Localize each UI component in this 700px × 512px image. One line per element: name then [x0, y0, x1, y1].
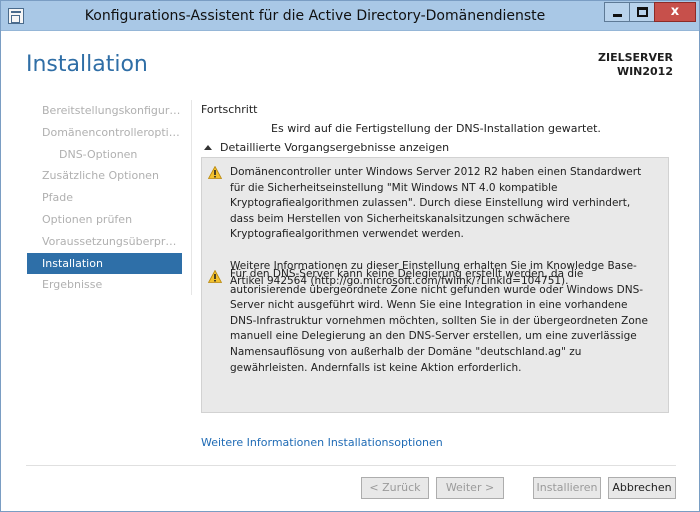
nav-item-deployment-config: Bereitstellungskonfigurati...	[42, 104, 182, 117]
nav-item-prerequisites: Voraussetzungsüberprüfu...	[42, 234, 182, 248]
footer-divider	[26, 465, 676, 466]
nav-item-review-options: Optionen prüfen	[42, 212, 133, 226]
target-server: ZIELSERVER WIN2012	[598, 51, 673, 79]
nav-item-results: Ergebnisse	[42, 278, 103, 292]
page-title: Installation	[26, 52, 148, 77]
close-icon: x	[670, 4, 680, 19]
target-server-label: ZIELSERVER	[598, 51, 673, 64]
maximize-icon	[637, 7, 648, 17]
minimize-button[interactable]	[604, 2, 630, 22]
back-button[interactable]: < Zurück	[361, 477, 429, 499]
details-toggle-label: Detaillierte Vorgangsergebnisse anzeigen	[220, 141, 450, 154]
nav-item-dc-options: Domänencontrolleroption...	[42, 125, 182, 139]
nav-item-installation[interactable]: Installation	[27, 252, 182, 275]
window-title: Konfigurations-Assistent für die Active …	[84, 8, 546, 24]
wizard-window: Konfigurations-Assistent für die Active …	[0, 0, 700, 512]
wizard-nav: Bereitstellungskonfigurati... Domänencon…	[27, 100, 182, 296]
warning-icon	[208, 166, 222, 179]
next-button[interactable]: Weiter >	[436, 477, 504, 499]
details-panel[interactable]: Domänencontroller unter Windows Server 2…	[201, 157, 669, 413]
more-info-link[interactable]: Weitere Informationen Installationsoptio…	[201, 436, 443, 449]
details-toggle[interactable]: Detaillierte Vorgangsergebnisse anzeigen	[204, 141, 449, 154]
warning-message-text: Für den DNS-Server kann keine Delegierun…	[230, 268, 648, 374]
title-bar[interactable]: Konfigurations-Assistent für die Active …	[1, 1, 699, 31]
status-text: Es wird auf die Fertigstellung der DNS-I…	[271, 122, 601, 135]
target-server-name: WIN2012	[616, 65, 673, 78]
nav-item-additional-options: Zusätzliche Optionen	[42, 169, 159, 183]
server-manager-icon	[8, 8, 24, 24]
progress-label: Fortschritt	[201, 103, 258, 116]
nav-divider	[191, 100, 192, 295]
warning-message: Für den DNS-Server kann keine Delegierun…	[230, 267, 656, 376]
nav-item-paths: Pfade	[42, 191, 73, 205]
close-button[interactable]: x	[654, 2, 696, 22]
cancel-button[interactable]: Abbrechen	[608, 477, 676, 499]
maximize-button[interactable]	[629, 2, 655, 22]
install-button[interactable]: Installieren	[533, 477, 601, 499]
warning-message-text: Domänencontroller unter Windows Server 2…	[230, 166, 642, 241]
nav-item-dns-options: DNS-Optionen	[59, 147, 138, 161]
chevron-up-icon	[204, 145, 212, 150]
warning-icon	[208, 270, 222, 283]
minimize-icon	[613, 14, 622, 17]
